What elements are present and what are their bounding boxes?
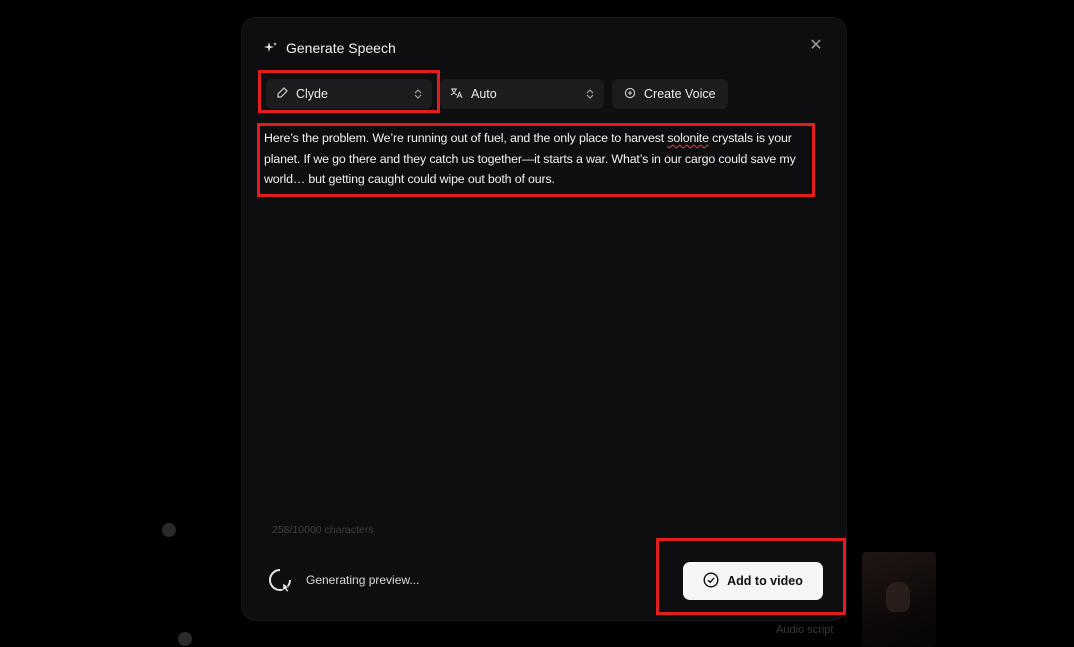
bg-video-thumbnail	[862, 552, 936, 647]
bg-row-1	[162, 523, 176, 537]
create-voice-button[interactable]: Create Voice	[612, 79, 728, 109]
spellcheck-word: solonite	[667, 131, 709, 145]
microphone-icon	[276, 86, 288, 102]
add-to-video-label: Add to video	[727, 574, 803, 588]
voice-select-label: Clyde	[296, 87, 328, 101]
speech-toolbar: Clyde Auto Create Voice	[266, 79, 728, 109]
character-count: 258/10000 characters	[272, 524, 374, 536]
check-circle-icon	[703, 571, 719, 591]
modal-title: Generate Speech	[286, 40, 396, 56]
sparkle-icon	[264, 41, 278, 55]
add-to-video-button[interactable]: Add to video	[683, 562, 823, 600]
language-select[interactable]: Auto	[440, 79, 604, 109]
voice-plus-icon	[624, 87, 636, 102]
close-icon: ✕	[809, 37, 823, 54]
modal-header: Generate Speech	[264, 40, 396, 56]
script-textarea[interactable]: Here’s the problem. We’re running out of…	[264, 128, 812, 190]
chevron-updown-icon	[414, 89, 422, 99]
translate-icon	[450, 87, 463, 102]
language-select-label: Auto	[471, 87, 497, 101]
bg-row-2	[178, 632, 192, 646]
preview-status: Generating preview...	[268, 568, 420, 593]
screen: Audio script Generate Speech ✕ Clyde Aut…	[0, 0, 1074, 647]
generate-speech-modal: Generate Speech ✕ Clyde Auto Create Voic…	[242, 18, 846, 620]
loading-spinner-icon	[268, 568, 292, 593]
script-text-part-1: Here’s the problem. We’re running out of…	[264, 131, 668, 145]
chevron-updown-icon	[586, 89, 594, 99]
bg-audio-script-label: Audio script	[776, 624, 834, 636]
bg-item-icon	[178, 632, 192, 646]
close-button[interactable]: ✕	[808, 38, 824, 54]
voice-select[interactable]: Clyde	[266, 79, 432, 109]
bg-avatar-icon	[162, 523, 176, 537]
create-voice-label: Create Voice	[644, 87, 716, 101]
status-text: Generating preview...	[306, 573, 420, 587]
